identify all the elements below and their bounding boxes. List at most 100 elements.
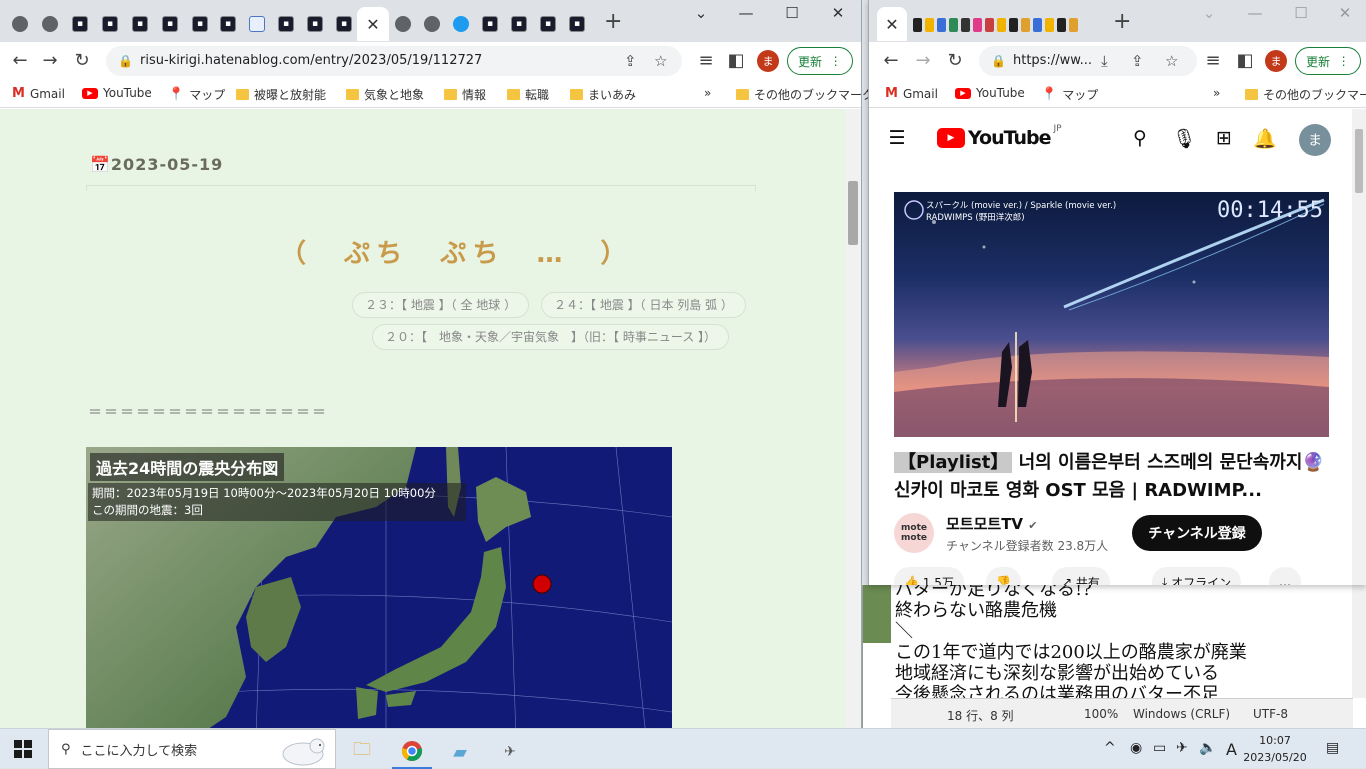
tab-19[interactable]: ▪: [534, 7, 562, 41]
share-icon[interactable]: ⇪: [1131, 46, 1144, 76]
bookmarks-overflow[interactable]: »: [704, 86, 711, 100]
volume-icon[interactable]: 🔈: [1199, 740, 1216, 756]
side-panel-icon[interactable]: ◧: [724, 50, 748, 71]
account-avatar[interactable]: ま: [1299, 124, 1331, 156]
tab-favicon-icon[interactable]: [937, 18, 946, 32]
tab-5[interactable]: ▪: [126, 7, 154, 41]
media-control-icon[interactable]: ≡: [1201, 50, 1225, 71]
airplane-mode-icon[interactable]: ✈: [1176, 740, 1188, 756]
tab-active[interactable]: ✕: [357, 7, 389, 41]
channel-avatar[interactable]: mote mote: [894, 513, 934, 553]
tab-favicon-icon[interactable]: [997, 18, 1006, 32]
share-icon[interactable]: ⇪: [624, 46, 637, 76]
scrollbar-thumb[interactable]: [1355, 129, 1363, 193]
bookmark-star-icon[interactable]: ☆: [1165, 46, 1178, 76]
bookmark-maps[interactable]: 📍 マップ: [1041, 86, 1098, 103]
back-button[interactable]: ←: [879, 50, 903, 71]
tab-6[interactable]: ▪: [156, 7, 184, 41]
maximize-button[interactable]: ☐: [772, 4, 812, 22]
page-scrollbar[interactable]: [845, 109, 861, 728]
microphone-icon[interactable]: 🎙: [1172, 127, 1196, 150]
update-button[interactable]: 更新 ⋮: [787, 47, 853, 75]
notification-center-icon[interactable]: ▤: [1326, 740, 1339, 756]
channel-name[interactable]: 모트모트TV ✔: [946, 513, 1038, 534]
taskbar-search-box[interactable]: ⚲ ここに入力して検索: [48, 729, 336, 769]
tab-active[interactable]: ✕: [877, 7, 907, 41]
new-tab-button[interactable]: +: [1113, 9, 1131, 34]
bookmark-maps[interactable]: 📍 マップ: [168, 86, 225, 103]
more-actions-button[interactable]: …: [1269, 567, 1301, 585]
tab-18[interactable]: ▪: [505, 7, 533, 41]
install-icon[interactable]: ⤓: [1101, 46, 1108, 76]
close-window-button[interactable]: ✕: [1325, 4, 1365, 22]
ime-indicator[interactable]: A: [1226, 740, 1237, 759]
minimize-button[interactable]: —: [726, 4, 766, 22]
tab-favicon-icon[interactable]: [913, 18, 922, 32]
close-tab-icon[interactable]: ✕: [366, 15, 379, 34]
tab-favicon-icon[interactable]: [973, 18, 982, 32]
address-bar[interactable]: 🔒 risu-kirigi.hatenablog.com/entry/2023/…: [106, 46, 682, 76]
scrollbar-thumb[interactable]: [848, 181, 858, 245]
system-clock[interactable]: 10:07 2023/05/20: [1240, 732, 1310, 766]
meet-now-icon[interactable]: ◉: [1130, 740, 1142, 756]
tab-favicon-icon[interactable]: [1045, 18, 1054, 32]
category-tag[interactable]: ２０：【 地象・天象／宇宙気象 】（旧：【 時事ニュース 】）: [372, 324, 730, 350]
close-window-button[interactable]: ✕: [818, 4, 858, 22]
youtube-logo[interactable]: ▶ YouTube JP: [937, 124, 1062, 149]
bookmark-other[interactable]: その他のブックマーク: [1245, 86, 1366, 103]
bookmark-folder-3[interactable]: 情報: [444, 86, 486, 103]
search-icon[interactable]: ⚲: [1128, 127, 1152, 149]
entry-title[interactable]: （ ぷち ぷち … ）: [280, 233, 633, 270]
profile-avatar[interactable]: ま: [757, 50, 779, 72]
back-button[interactable]: ←: [8, 50, 32, 71]
tab-search-icon[interactable]: ⌄: [1189, 4, 1229, 22]
maximize-button[interactable]: ☐: [1281, 4, 1321, 22]
close-tab-icon[interactable]: ✕: [885, 15, 898, 34]
tab-8[interactable]: ▪: [214, 7, 242, 41]
bookmark-gmail[interactable]: M Gmail: [885, 86, 938, 101]
app-taskbar-icon[interactable]: ✈: [490, 735, 530, 769]
tab-10[interactable]: ▪: [272, 7, 300, 41]
bookmark-folder-5[interactable]: まいあみ: [570, 86, 636, 103]
tab-search-icon[interactable]: ⌄: [681, 4, 721, 22]
dislike-button[interactable]: 👎: [986, 567, 1021, 585]
notepad-scrollbar[interactable]: [1352, 585, 1366, 698]
reload-button[interactable]: ↻: [70, 50, 94, 71]
tab-11[interactable]: ▪: [301, 7, 329, 41]
create-video-icon[interactable]: ⊞: [1212, 127, 1236, 149]
tab-14[interactable]: [389, 7, 417, 41]
forward-button[interactable]: →: [38, 50, 62, 71]
tab-4[interactable]: ▪: [96, 7, 124, 41]
profile-avatar[interactable]: ま: [1265, 50, 1287, 72]
bookmark-youtube[interactable]: ▶ YouTube: [82, 86, 152, 100]
bookmark-gmail[interactable]: M Gmail: [12, 86, 65, 101]
hamburger-menu-icon[interactable]: ☰: [885, 127, 909, 149]
entry-date[interactable]: 📅2023-05-19: [90, 155, 223, 174]
tab-favicon-icon[interactable]: [961, 18, 970, 32]
video-player[interactable]: スパークル (movie ver.) / Sparkle (movie ver.…: [894, 192, 1329, 437]
tab-3[interactable]: ▪: [66, 7, 94, 41]
battery-icon[interactable]: ▭: [1153, 740, 1166, 756]
tab-12[interactable]: ▪: [330, 7, 358, 41]
tab-favicon-icon[interactable]: [1021, 18, 1030, 32]
windows-start-button[interactable]: [14, 740, 32, 758]
tab-20[interactable]: ▪: [563, 7, 591, 41]
update-button[interactable]: 更新 ⋮: [1295, 47, 1361, 75]
reload-button[interactable]: ↻: [943, 50, 967, 71]
tab-favicon-icon[interactable]: [1069, 18, 1078, 32]
bookmark-youtube[interactable]: ▶ YouTube: [955, 86, 1025, 100]
bookmarks-overflow[interactable]: »: [1213, 86, 1220, 100]
notifications-bell-icon[interactable]: 🔔: [1253, 127, 1277, 150]
tab-2[interactable]: [36, 7, 64, 41]
notepad-text[interactable]: バターが足りなくなる!? 終わらない酪農危機 ＼ この1年で道内では200以上の…: [895, 579, 1247, 705]
tab-7[interactable]: ▪: [186, 7, 214, 41]
category-tag[interactable]: ２３：【 地震 】（ 全 地球 ）: [352, 292, 530, 318]
new-tab-button[interactable]: +: [604, 9, 622, 34]
bookmark-folder-1[interactable]: 被曝と放射能: [236, 86, 326, 103]
share-button[interactable]: ↗ 共有: [1052, 567, 1110, 585]
tab-favicon-icon[interactable]: [985, 18, 994, 32]
tab-9[interactable]: [243, 7, 271, 41]
media-control-icon[interactable]: ≡: [694, 50, 718, 71]
tab-16[interactable]: [447, 7, 475, 41]
address-bar[interactable]: 🔒 https://ww... ⤓ ⇪ ☆: [979, 46, 1197, 76]
